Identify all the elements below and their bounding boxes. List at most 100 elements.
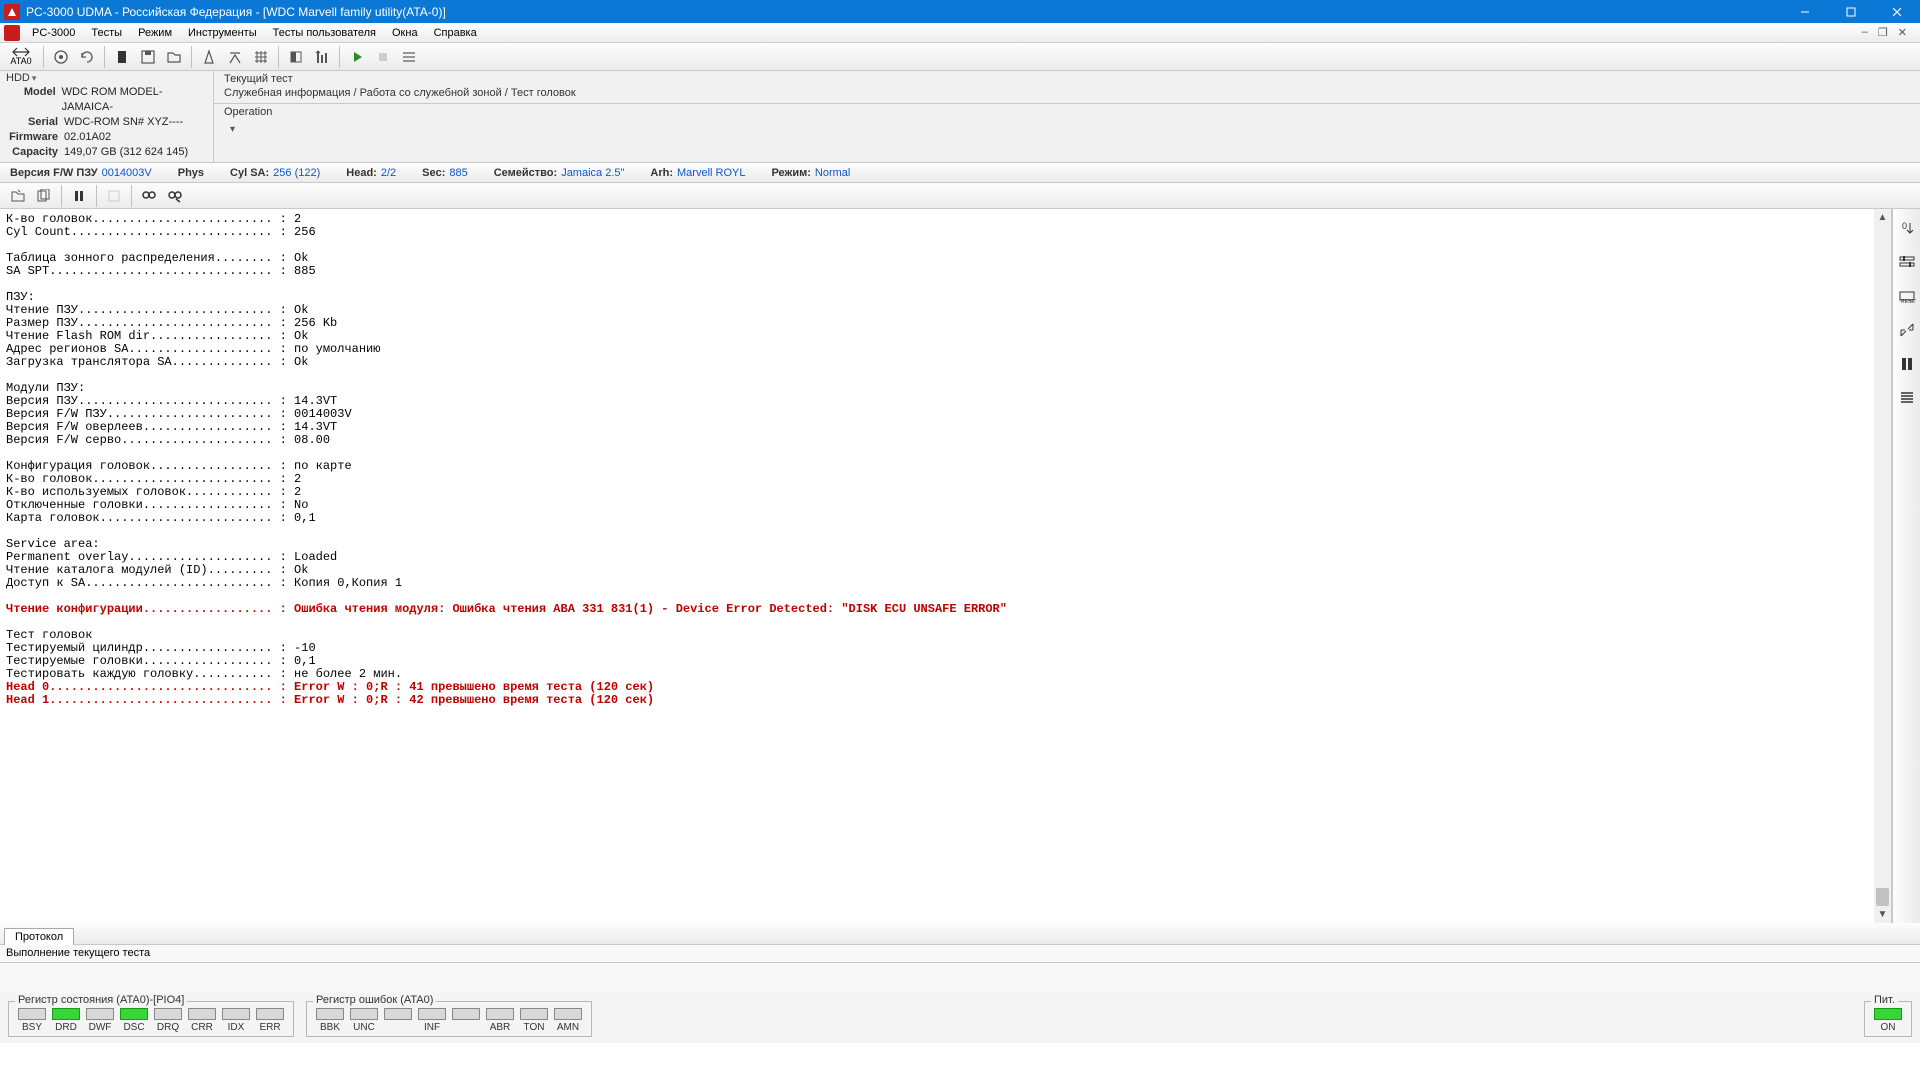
led-icon	[222, 1008, 250, 1020]
search-next-button[interactable]	[163, 184, 187, 208]
fwver-label: Версия F/W ПЗУ	[10, 167, 98, 179]
scrollbar[interactable]: ▲ ▼	[1874, 209, 1891, 923]
open-button[interactable]	[162, 45, 186, 69]
led-icon	[154, 1008, 182, 1020]
register-DRD: DRD	[49, 1008, 83, 1034]
maximize-button[interactable]	[1828, 0, 1874, 23]
register-blank	[449, 1008, 483, 1034]
register-DSC: DSC	[117, 1008, 151, 1034]
capacity-value: 149,07 GB (312 624 145)	[64, 145, 188, 160]
led-icon	[52, 1008, 80, 1020]
register-label: BBK	[313, 1022, 347, 1033]
led-icon	[452, 1008, 480, 1020]
log-line: Версия F/W серво..................... : …	[6, 434, 1885, 447]
head-label: Head:	[346, 167, 377, 179]
log-line: Загрузка транслятора SA.............. : …	[6, 356, 1885, 369]
firmware-label: Firmware	[6, 130, 64, 145]
register-label: DRQ	[151, 1022, 185, 1033]
search-button[interactable]	[137, 184, 161, 208]
power-cycle-button[interactable]	[75, 45, 99, 69]
close-button[interactable]	[1874, 0, 1920, 23]
register-ABR: ABR	[483, 1008, 517, 1034]
log-line: SA SPT............................... : …	[6, 265, 1885, 278]
register-label: ERR	[253, 1022, 287, 1033]
log-line	[6, 278, 1885, 291]
scroll-thumb[interactable]	[1876, 888, 1889, 906]
app-icon	[4, 4, 20, 20]
side-list-icon[interactable]	[1896, 387, 1918, 409]
log-line	[6, 525, 1885, 538]
side-adjust-icon[interactable]	[1896, 251, 1918, 273]
mdi-close-icon[interactable]: ✕	[1895, 26, 1910, 39]
menu-usertests[interactable]: Тесты пользователя	[265, 25, 384, 41]
led-icon	[256, 1008, 284, 1020]
list-button[interactable]	[397, 45, 421, 69]
ata-port-button[interactable]: ATA0	[4, 45, 38, 69]
mdi-minimize-icon[interactable]: –	[1859, 26, 1871, 39]
register-UNC: UNC	[347, 1008, 381, 1034]
hdd-header[interactable]: HDD	[0, 71, 213, 85]
main-area: К-во головок......................... : …	[0, 209, 1920, 923]
menu-tests[interactable]: Тесты	[83, 25, 130, 41]
register-IDX: IDX	[219, 1008, 253, 1034]
led-icon	[350, 1008, 378, 1020]
led-icon	[1874, 1008, 1902, 1020]
menu-tools[interactable]: Инструменты	[180, 25, 265, 41]
register-DRQ: DRQ	[151, 1008, 185, 1034]
mdi-restore-icon[interactable]: ❐	[1875, 26, 1891, 39]
minimize-button[interactable]	[1782, 0, 1828, 23]
tab-protocol[interactable]: Протокол	[4, 928, 74, 945]
play-button[interactable]	[345, 45, 369, 69]
new-task-button[interactable]	[110, 45, 134, 69]
led-icon	[86, 1008, 114, 1020]
register-ON: ON	[1871, 1008, 1905, 1034]
power-register-group: Пит. ON	[1864, 1001, 1912, 1037]
register-DWF: DWF	[83, 1008, 117, 1034]
side-kb-reset-icon[interactable]: RESET	[1896, 285, 1918, 307]
log-open-button[interactable]	[6, 184, 30, 208]
info-strip: HDD ModelWDC ROM MODEL-JAMAICA- SerialWD…	[0, 71, 1920, 163]
scroll-down-icon[interactable]: ▼	[1874, 906, 1891, 923]
model-value: WDC ROM MODEL-JAMAICA-	[62, 85, 207, 115]
menu-bar: PC-3000 Тесты Режим Инструменты Тесты по…	[0, 23, 1920, 43]
tool-c-button[interactable]	[284, 45, 308, 69]
side-resize-icon[interactable]	[1896, 319, 1918, 341]
param-bar: Версия F/W ПЗУ 0014003V Phys Cyl SA: 256…	[0, 163, 1920, 183]
register-label: ON	[1871, 1022, 1905, 1033]
log-line: Чтение конфигурации.................. : …	[6, 603, 1885, 616]
power-on-button[interactable]	[49, 45, 73, 69]
menu-mode[interactable]: Режим	[130, 25, 180, 41]
log-pane[interactable]: К-во головок......................... : …	[0, 209, 1892, 923]
tool-b-button[interactable]	[223, 45, 247, 69]
breadcrumb: Служебная информация / Работа со служебн…	[224, 85, 1910, 101]
operation-dropdown[interactable]: ▾	[224, 122, 241, 137]
family-label: Семейство:	[494, 167, 557, 179]
side-toolbar: 0 RESET	[1892, 209, 1920, 923]
register-AMN: AMN	[551, 1008, 585, 1034]
led-icon	[418, 1008, 446, 1020]
menu-windows[interactable]: Окна	[384, 25, 426, 41]
led-icon	[486, 1008, 514, 1020]
log-pause-button[interactable]	[67, 184, 91, 208]
family-value: Jamaica 2.5"	[561, 167, 624, 179]
side-reset-icon[interactable]: 0	[1896, 217, 1918, 239]
tool-d-button[interactable]	[310, 45, 334, 69]
menu-help[interactable]: Справка	[426, 25, 485, 41]
mode-value: Normal	[815, 167, 850, 179]
log-line: Карта головок........................ : …	[6, 512, 1885, 525]
side-pause-icon[interactable]	[1896, 353, 1918, 375]
menu-pc3000[interactable]: PC-3000	[24, 25, 83, 41]
stop-button	[371, 45, 395, 69]
ata-label: ATA0	[10, 57, 31, 66]
log-copy-button[interactable]	[32, 184, 56, 208]
serial-value: WDC-ROM SN# XYZ----	[64, 115, 183, 130]
grid-button[interactable]	[249, 45, 273, 69]
led-icon	[554, 1008, 582, 1020]
scroll-up-icon[interactable]: ▲	[1874, 209, 1891, 226]
register-label: ABR	[483, 1022, 517, 1033]
register-BSY: BSY	[15, 1008, 49, 1034]
save-button[interactable]	[136, 45, 160, 69]
register-TON: TON	[517, 1008, 551, 1034]
tool-a-button[interactable]	[197, 45, 221, 69]
window-title: PC-3000 UDMA - Российская Федерация - [W…	[26, 5, 1782, 19]
